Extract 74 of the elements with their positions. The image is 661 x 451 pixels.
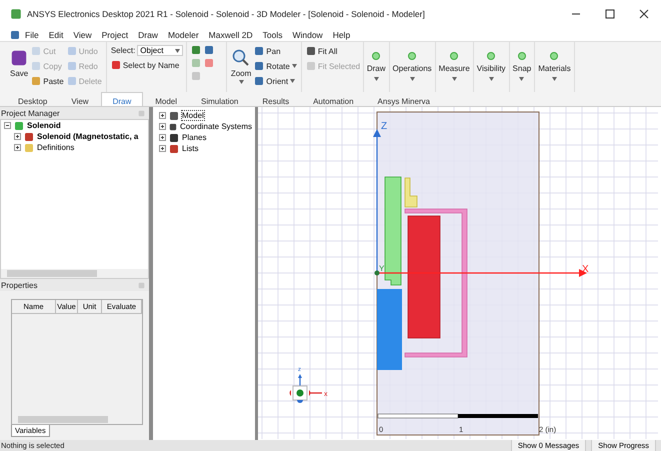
select-label: Select: [110, 46, 136, 55]
caret-icon [519, 77, 524, 81]
tree-item[interactable]: Definitions [37, 143, 74, 152]
tree-item[interactable]: Planes [182, 133, 206, 142]
panel-title: Properties [1, 280, 38, 290]
ribbon-tab[interactable]: Results [250, 92, 302, 106]
panel-title: Project Manager [1, 108, 60, 118]
menu-item[interactable]: File [20, 30, 44, 40]
menu-item[interactable]: Draw [133, 30, 163, 40]
menu-item[interactable]: Window [287, 30, 328, 40]
expand-icon[interactable] [14, 133, 21, 140]
view-button[interactable]: Orient [254, 75, 297, 87]
menu-item[interactable]: Edit [44, 30, 68, 40]
object-icon [204, 58, 214, 68]
tree-item[interactable]: Solenoid [27, 121, 61, 130]
expand-icon[interactable] [14, 144, 21, 151]
expand-icon[interactable] [159, 112, 166, 119]
caret-icon [290, 79, 296, 83]
caret-icon [552, 77, 557, 81]
caret-icon [175, 48, 180, 52]
caret-icon [292, 64, 297, 68]
object-icon [190, 71, 201, 81]
object-icon [204, 45, 214, 55]
axis-label: Z [381, 121, 388, 132]
collapse-icon[interactable] [4, 122, 11, 129]
ribbon-tab[interactable]: View [59, 92, 101, 106]
ribbon-tab[interactable]: Simulation [189, 92, 250, 106]
save-button[interactable]: Save [10, 45, 28, 89]
status-dot-icon [487, 52, 496, 60]
fit-button[interactable]: Fit All [306, 45, 360, 57]
menu-item[interactable]: Project [96, 30, 134, 40]
status-dot-icon [518, 52, 526, 60]
caret-icon [238, 80, 244, 84]
window-title: ANSYS Electronics Desktop 2021 R1 - Solenoid - Solenoid - 3D Modeler - [Solenoid - Solenoid - Modeler] [27, 9, 426, 19]
caret-icon [488, 77, 494, 81]
tree-item[interactable]: Coordinate Systems [180, 122, 252, 131]
ribbon-tab[interactable]: Model [143, 92, 190, 106]
menu-item[interactable]: View [68, 30, 97, 40]
tree-item[interactable]: Lists [182, 144, 198, 153]
clipboard-button[interactable]: Paste [31, 75, 64, 87]
axis-label: Y [379, 264, 384, 273]
view-button[interactable]: Rotate [254, 60, 297, 72]
caret-icon [374, 77, 379, 81]
tree-item[interactable]: Solenoid (Magnetostatic, a [37, 132, 138, 141]
expand-icon[interactable] [159, 145, 166, 152]
zoom-button[interactable]: Zoom [230, 45, 252, 89]
status-dot-icon [550, 52, 558, 60]
expand-icon[interactable] [159, 123, 166, 130]
select-dropdown[interactable]: Object [137, 45, 184, 56]
tree-item[interactable]: Model [182, 111, 204, 120]
status-dot-icon [372, 52, 380, 60]
ribbon-tab[interactable]: Desktop [6, 92, 60, 106]
status-dot-icon [408, 52, 416, 60]
ribbon-tab[interactable]: Draw [100, 92, 144, 106]
caret-icon [452, 77, 457, 81]
object-icon [190, 58, 201, 68]
expand-icon[interactable] [159, 134, 166, 141]
origin-icon [374, 270, 380, 276]
menu-item[interactable]: Maxwell 2D [204, 30, 258, 40]
caret-icon [410, 77, 415, 81]
orientation-triad-drawing [290, 374, 322, 403]
status-dot-icon [450, 52, 458, 60]
select-by-name-button[interactable]: Select by Name [110, 59, 184, 71]
axis-label: X [582, 264, 589, 275]
ribbon-tab[interactable]: Ansys Minerva [366, 92, 442, 106]
stop-part [404, 178, 418, 208]
menu-item[interactable]: Modeler [162, 30, 204, 40]
menu-item[interactable]: Tools [258, 30, 288, 40]
object-icon [190, 45, 201, 55]
menu-item[interactable]: Help [328, 30, 356, 40]
ribbon-tab[interactable]: Automation [301, 92, 366, 106]
maximize-icon[interactable] [605, 9, 615, 19]
view-button[interactable]: Pan [254, 45, 297, 57]
scrollbar[interactable] [1, 269, 148, 278]
